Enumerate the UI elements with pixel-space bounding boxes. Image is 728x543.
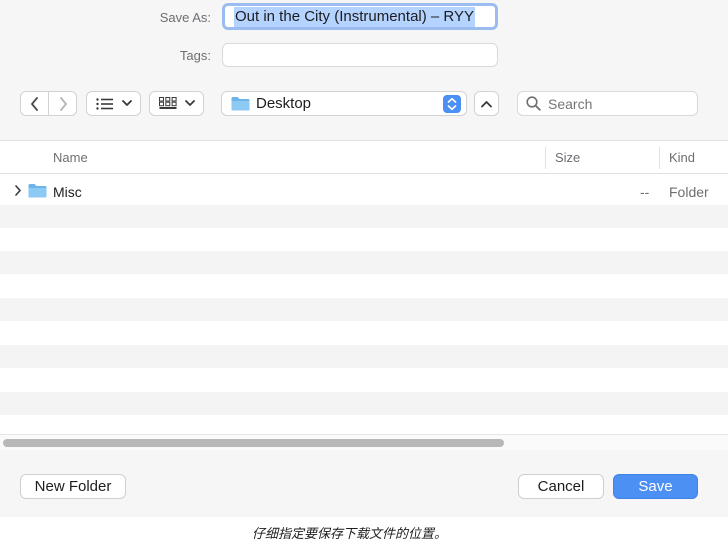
- column-header-size[interactable]: Size: [555, 150, 580, 165]
- list-stripe: [0, 251, 728, 274]
- collapse-button[interactable]: [474, 91, 499, 116]
- list-stripe: [0, 345, 728, 368]
- row-size: --: [640, 184, 650, 200]
- horizontal-scrollbar[interactable]: [0, 434, 728, 450]
- grid-view-icon: [158, 97, 177, 110]
- tags-input[interactable]: [222, 43, 498, 67]
- column-divider: [545, 147, 546, 169]
- folder-icon: [28, 183, 47, 198]
- cancel-button[interactable]: Cancel: [518, 474, 604, 499]
- list-stripe: [0, 298, 728, 321]
- updown-chevron-icon: [443, 95, 461, 113]
- table-row[interactable]: Misc -- Folder: [0, 180, 728, 202]
- column-header-kind[interactable]: Kind: [669, 150, 695, 165]
- chevron-right-icon: [58, 96, 68, 111]
- save-as-input[interactable]: Out in the City (Instrumental) – RYY: [222, 3, 498, 30]
- location-label: Desktop: [256, 95, 312, 112]
- location-popup[interactable]: Desktop: [221, 91, 467, 116]
- back-button[interactable]: [20, 91, 49, 116]
- chevron-left-icon: [30, 96, 40, 111]
- caption-text: 仔细指定要保存下载文件的位置。: [252, 526, 448, 541]
- scrollbar-thumb[interactable]: [3, 439, 504, 447]
- save-as-label: Save As:: [159, 10, 211, 25]
- tags-label: Tags:: [179, 48, 211, 63]
- file-list: Misc -- Folder: [0, 174, 728, 434]
- forward-button[interactable]: [48, 91, 77, 116]
- row-name: Misc: [53, 184, 82, 200]
- row-kind: Folder: [669, 184, 709, 200]
- search-input[interactable]: [548, 95, 678, 112]
- save-button[interactable]: Save: [613, 474, 698, 499]
- search-icon: [526, 96, 541, 111]
- grid-view-button[interactable]: [149, 91, 204, 116]
- disclosure-triangle-icon[interactable]: [14, 185, 22, 196]
- folder-icon: [231, 96, 250, 111]
- list-stripe: [0, 392, 728, 415]
- new-folder-button[interactable]: New Folder: [20, 474, 126, 499]
- search-field[interactable]: [517, 91, 698, 116]
- chevron-up-icon: [481, 100, 492, 108]
- file-list-header: Name Size Kind: [0, 140, 728, 174]
- save-as-value: Out in the City (Instrumental) – RYY: [234, 6, 475, 27]
- column-header-name[interactable]: Name: [53, 150, 88, 165]
- chevron-down-icon: [121, 100, 132, 107]
- list-view-icon: [95, 97, 114, 110]
- chevron-down-icon: [184, 100, 195, 107]
- list-view-button[interactable]: [86, 91, 141, 116]
- list-stripe: [0, 205, 728, 228]
- caption-bar: 仔细指定要保存下载文件的位置。: [0, 517, 728, 543]
- column-divider: [659, 147, 660, 169]
